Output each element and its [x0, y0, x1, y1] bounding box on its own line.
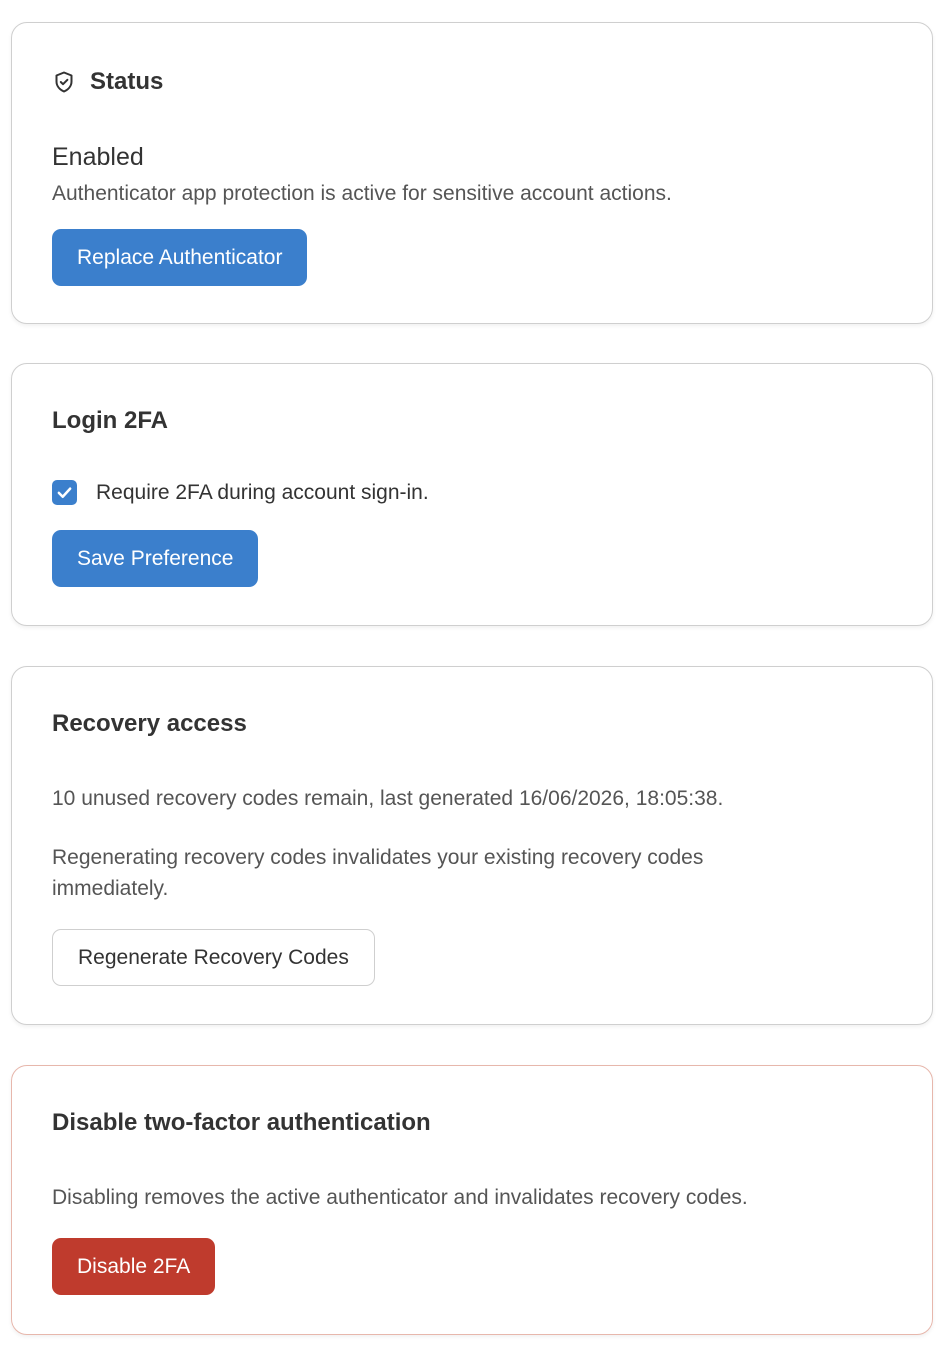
require-2fa-label: Require 2FA during account sign-in. [96, 480, 429, 504]
check-icon [57, 487, 72, 498]
status-title: Status [52, 68, 163, 96]
require-2fa-checkbox[interactable] [52, 480, 77, 505]
status-state: Enabled [52, 143, 144, 171]
disable-2fa-button[interactable]: Disable 2FA [52, 1238, 216, 1295]
save-preference-button[interactable]: Save Preference [52, 530, 259, 587]
recovery-summary: 10 unused recovery codes remain, last ge… [52, 787, 724, 810]
login-2fa-card: Login 2FA Require 2FA during account sig… [11, 363, 933, 626]
recovery-warning: Regenerating recovery codes invalidates … [52, 846, 704, 900]
disable-2fa-card: Disable two-factor authentication Disabl… [11, 1065, 933, 1335]
status-title-text: Status [90, 68, 164, 95]
regenerate-recovery-codes-button[interactable]: Regenerate Recovery Codes [52, 929, 375, 986]
disable-2fa-title: Disable two-factor authentication [52, 1109, 431, 1136]
recovery-access-card: Recovery access 10 unused recovery codes… [11, 666, 933, 1025]
recovery-access-title: Recovery access [52, 710, 247, 737]
login-2fa-title: Login 2FA [52, 407, 168, 434]
replace-authenticator-button[interactable]: Replace Authenticator [52, 229, 308, 286]
status-description: Authenticator app protection is active f… [52, 182, 672, 205]
disable-2fa-description: Disabling removes the active authenticat… [52, 1186, 748, 1209]
require-2fa-row: Require 2FA during account sign-in. [52, 480, 429, 505]
status-card: Status Enabled Authenticator app protect… [11, 22, 933, 324]
shield-icon [55, 71, 73, 93]
